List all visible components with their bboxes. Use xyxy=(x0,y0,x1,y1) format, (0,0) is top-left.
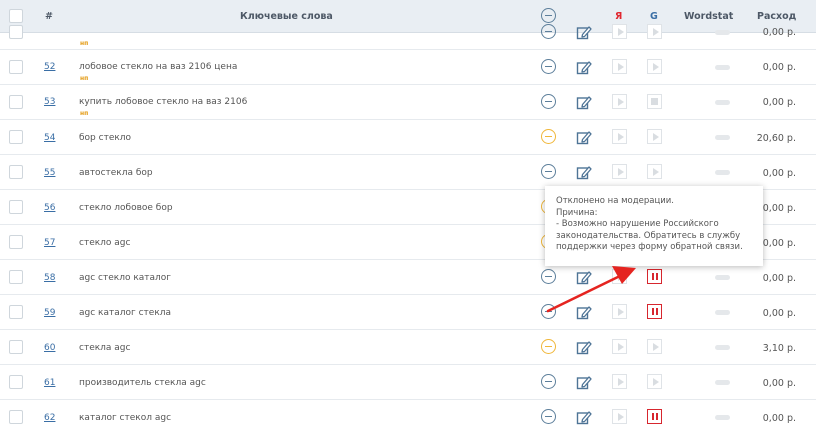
annotation-arrow xyxy=(546,266,636,313)
